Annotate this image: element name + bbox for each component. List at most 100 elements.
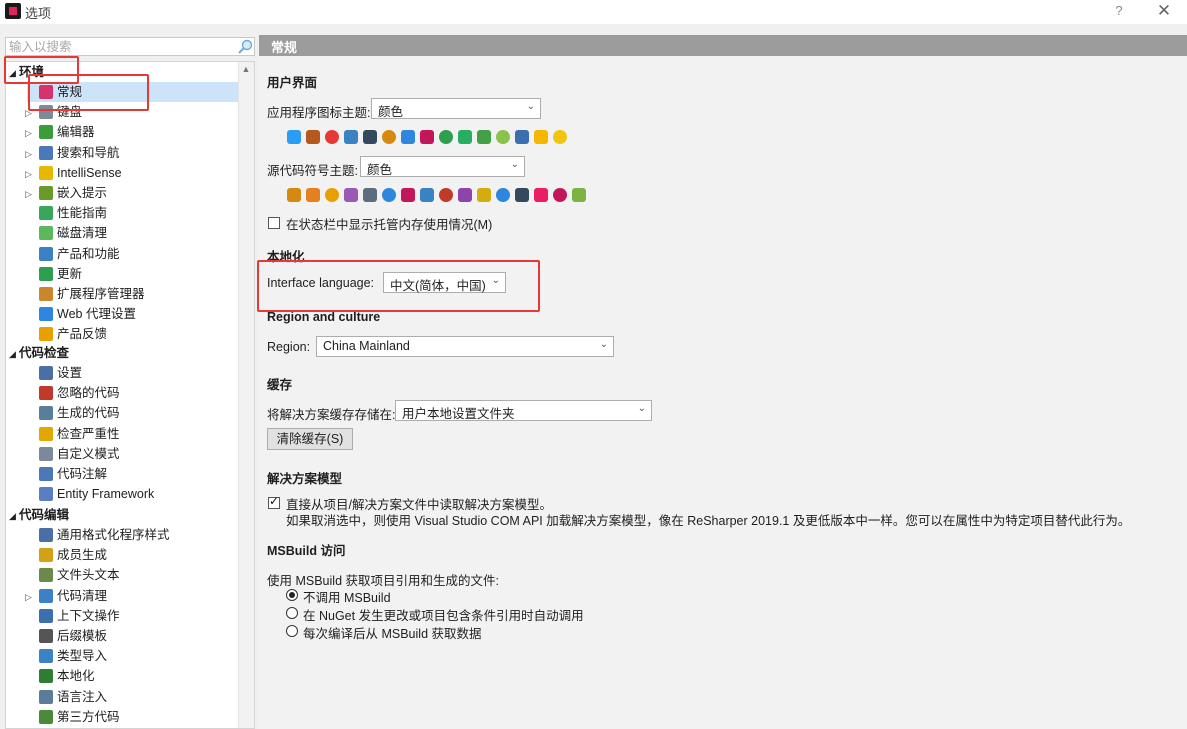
tree-category-code-inspection[interactable]: ◢ 代码检查 bbox=[9, 343, 69, 363]
tree-item-label: 文件头文本 bbox=[57, 568, 120, 583]
checkmark-icon bbox=[477, 130, 491, 144]
radio-auto-msbuild[interactable] bbox=[286, 607, 298, 619]
tree-item-code_editing-9[interactable]: 第三方代码 bbox=[25, 707, 120, 727]
tree-item-code_editing-0[interactable]: 通用格式化程序样式 bbox=[25, 525, 170, 545]
expand-arrow-icon[interactable]: ▷ bbox=[25, 144, 39, 164]
tree-item-environment-9[interactable]: 更新 bbox=[25, 264, 82, 284]
inlay-hints-icon bbox=[39, 186, 53, 200]
region-dropdown[interactable]: China Mainland ⌄ bbox=[316, 336, 614, 357]
tree-item-code_editing-1[interactable]: 成员生成 bbox=[25, 545, 107, 565]
tree-item-code_inspection-3[interactable]: 检查严重性 bbox=[25, 424, 120, 444]
tree-item-code_editing-5[interactable]: 后缀模板 bbox=[25, 626, 107, 646]
search-icon[interactable] bbox=[236, 38, 254, 55]
tree-item-label: 自定义模式 bbox=[57, 446, 120, 461]
close-button[interactable]: ✕ bbox=[1152, 1, 1176, 21]
solution-model-description: 如果取消选中，则使用 Visual Studio COM API 加载解决方案模… bbox=[286, 514, 1131, 528]
expand-arrow-icon[interactable]: ▷ bbox=[25, 587, 39, 607]
struct-icon bbox=[363, 188, 377, 202]
region-value: China Mainland bbox=[323, 339, 410, 353]
tree-item-label: 上下文操作 bbox=[57, 608, 120, 623]
tree-item-label: 类型导入 bbox=[57, 649, 108, 664]
tree-category-environment[interactable]: ◢ 环境 bbox=[9, 62, 44, 82]
lightbulb-icon bbox=[39, 165, 53, 180]
title-bar: 选项 ? ✕ bbox=[0, 0, 1187, 24]
tree-item-code_inspection-4[interactable]: 自定义模式 bbox=[25, 444, 120, 464]
chevron-down-icon: ⌄ bbox=[491, 275, 500, 286]
tree-item-code_editing-3[interactable]: ▷ 代码清理 bbox=[25, 586, 107, 606]
tree-item-environment-8[interactable]: 产品和功能 bbox=[25, 244, 120, 264]
tree-item-environment-5[interactable]: ▷ 嵌入提示 bbox=[25, 183, 107, 203]
tree-item-environment-0[interactable]: 常规 bbox=[25, 82, 82, 102]
tree-item-code_inspection-6[interactable]: Entity Framework bbox=[25, 484, 154, 504]
update-icon bbox=[39, 266, 53, 281]
tree-item-code_editing-7[interactable]: 本地化 bbox=[25, 666, 95, 686]
tree-item-environment-10[interactable]: 扩展程序管理器 bbox=[25, 284, 145, 304]
hexagon-icon bbox=[401, 188, 415, 202]
recycle-icon bbox=[439, 130, 453, 144]
symbol-theme-dropdown[interactable]: 颜色 ⌄ bbox=[360, 156, 525, 177]
keyboard-icon bbox=[39, 105, 53, 120]
symbol-theme-value: 颜色 bbox=[367, 163, 393, 177]
tree-item-environment-12[interactable]: 产品反馈 bbox=[25, 324, 107, 344]
tree-item-environment-6[interactable]: 性能指南 bbox=[25, 203, 107, 223]
symbol-theme-label: 源代码符号主题: bbox=[267, 164, 358, 178]
icon-theme-value: 颜色 bbox=[378, 105, 404, 119]
connector-icon bbox=[344, 130, 358, 144]
help-button[interactable]: ? bbox=[1110, 2, 1128, 20]
expand-arrow-icon[interactable]: ▷ bbox=[25, 123, 39, 143]
tree-item-environment-3[interactable]: ▷ 搜索和导航 bbox=[25, 143, 120, 163]
search-nav-icon bbox=[39, 145, 53, 160]
solution-model-checkbox[interactable]: ✓ bbox=[268, 494, 280, 509]
section-cache: 缓存 bbox=[267, 378, 293, 392]
resharper-app-icon bbox=[5, 3, 21, 19]
collapse-triangle-icon[interactable]: ◢ bbox=[9, 63, 19, 83]
window-title: 选项 bbox=[25, 6, 52, 21]
tree-item-label: Entity Framework bbox=[57, 487, 155, 502]
scroll-up-arrow-icon[interactable]: ▲ bbox=[241, 65, 251, 74]
clock-icon bbox=[382, 130, 396, 144]
code-cleanup-icon bbox=[39, 588, 53, 603]
expand-arrow-icon[interactable]: ▷ bbox=[25, 103, 39, 123]
refresh-icon bbox=[458, 130, 472, 144]
tree-item-environment-7[interactable]: 磁盘清理 bbox=[25, 223, 107, 243]
tree-item-code_editing-4[interactable]: 上下文操作 bbox=[25, 606, 120, 626]
section-localization: 本地化 bbox=[267, 250, 305, 264]
chevron-down-icon: ⌄ bbox=[599, 339, 608, 350]
localization-icon bbox=[39, 669, 53, 684]
radio-no-msbuild[interactable] bbox=[286, 589, 298, 601]
context-action-icon bbox=[39, 608, 53, 623]
resharper-icon bbox=[39, 85, 53, 99]
generated-code-icon bbox=[39, 406, 53, 421]
tree-item-code_editing-6[interactable]: 类型导入 bbox=[25, 646, 107, 666]
tree-category-code-editing[interactable]: ◢ 代码编辑 bbox=[9, 505, 69, 525]
tree-item-label: 嵌入提示 bbox=[57, 186, 108, 200]
radio-every-build[interactable] bbox=[286, 625, 298, 637]
chevron-down-icon: ⌄ bbox=[510, 159, 519, 170]
search-input[interactable] bbox=[9, 38, 233, 55]
tree-item-label: 生成的代码 bbox=[57, 406, 120, 421]
memory-usage-checkbox[interactable] bbox=[268, 217, 280, 229]
tree-item-code_inspection-2[interactable]: 生成的代码 bbox=[25, 403, 120, 423]
collapse-triangle-icon[interactable]: ◢ bbox=[9, 506, 19, 526]
tree-item-code_inspection-1[interactable]: 忽略的代码 bbox=[25, 383, 120, 403]
expand-arrow-icon[interactable]: ▷ bbox=[25, 184, 39, 204]
tree-item-environment-1[interactable]: ▷ 键盘 bbox=[25, 102, 82, 122]
interface-icon bbox=[382, 188, 396, 202]
expand-arrow-icon[interactable]: ▷ bbox=[25, 164, 39, 184]
section-solution-model: 解决方案模型 bbox=[267, 472, 343, 486]
tree-item-environment-4[interactable]: ▷ IntelliSense bbox=[25, 163, 122, 183]
tree-item-code_inspection-5[interactable]: 代码注解 bbox=[25, 464, 107, 484]
tree-item-environment-2[interactable]: ▷ 编辑器 bbox=[25, 122, 95, 142]
tree-item-code_editing-8[interactable]: 语言注入 bbox=[25, 687, 107, 707]
icon-theme-dropdown[interactable]: 颜色 ⌄ bbox=[371, 98, 541, 119]
tree-item-code_inspection-0[interactable]: 设置 bbox=[25, 363, 82, 383]
tree-item-label: 成员生成 bbox=[57, 548, 108, 563]
clear-cache-button[interactable]: 清除缓存(S) bbox=[267, 428, 353, 450]
tree-item-code_editing-2[interactable]: 文件头文本 bbox=[25, 565, 120, 585]
tree-scrollbar[interactable]: ▲ bbox=[238, 62, 254, 728]
tree-item-environment-11[interactable]: Web 代理设置 bbox=[25, 304, 136, 324]
cache-location-dropdown[interactable]: 用户本地设置文件夹 ⌄ bbox=[395, 400, 652, 421]
warning-icon bbox=[534, 130, 548, 144]
collapse-triangle-icon[interactable]: ◢ bbox=[9, 344, 19, 364]
interface-language-dropdown[interactable]: 中文(简体，中国) ⌄ bbox=[383, 272, 506, 293]
